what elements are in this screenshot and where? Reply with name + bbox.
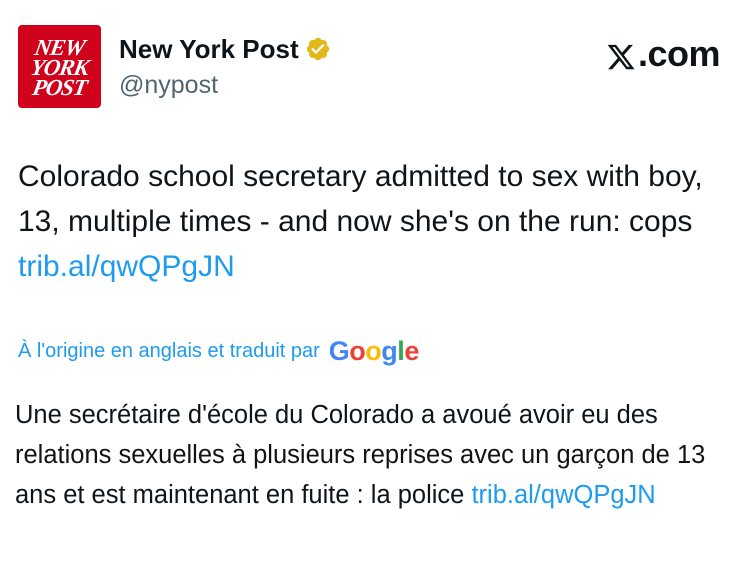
x-com-brand: .com (606, 33, 721, 75)
translation-note[interactable]: À l'origine en anglais et traduit par Go… (18, 336, 419, 367)
logo-text-line-3: POST (30, 75, 89, 100)
tweet-link[interactable]: trib.al/qwQPgJN (18, 250, 235, 283)
tweet-text: Colorado school secretary admitted to se… (18, 160, 703, 238)
site-domain: .com (637, 33, 721, 74)
display-name[interactable]: New York Post (119, 34, 299, 65)
x-logo-icon (606, 39, 636, 70)
tweet-header: NEW YORK POST New York Post @nypost .com (18, 25, 721, 111)
translated-link[interactable]: trib.al/qwQPgJN (471, 481, 655, 509)
account-identity: New York Post @nypost (119, 31, 331, 100)
name-row: New York Post (119, 31, 331, 67)
google-logo: Google (328, 336, 420, 366)
handle[interactable]: @nypost (119, 71, 331, 100)
avatar[interactable]: NEW YORK POST (18, 25, 101, 108)
translated-body: Une secrétaire d'école du Colorado a avo… (15, 395, 735, 515)
translation-note-text: À l'origine en anglais et traduit par (18, 340, 320, 362)
tweet-body: Colorado school secretary admitted to se… (18, 154, 738, 289)
verified-badge-icon (305, 36, 331, 62)
